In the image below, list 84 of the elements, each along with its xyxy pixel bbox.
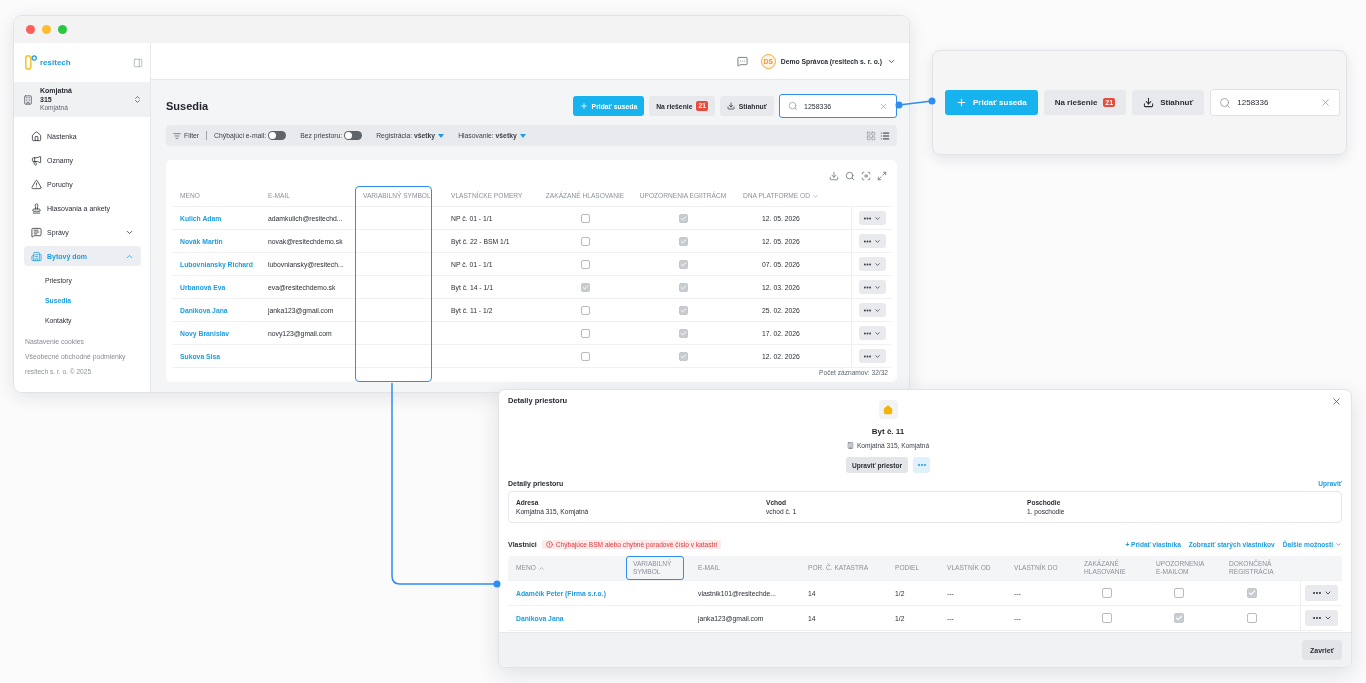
checkbox[interactable] — [580, 351, 590, 361]
chevron-down-icon — [1335, 541, 1342, 548]
more-button[interactable] — [913, 457, 931, 473]
chat-icon — [31, 226, 42, 238]
search-icon[interactable] — [845, 171, 855, 181]
chevron-down-icon — [1323, 614, 1332, 622]
checkbox[interactable] — [678, 305, 688, 315]
checkbox[interactable] — [1102, 613, 1112, 623]
building-icon — [31, 250, 42, 262]
window-minimize-icon[interactable] — [42, 25, 51, 34]
download-icon — [726, 102, 735, 110]
caret-icon — [519, 133, 526, 138]
search-icon — [1219, 96, 1232, 109]
chevron-down-icon — [874, 306, 881, 314]
checkbox[interactable] — [580, 328, 590, 338]
chevron-down-icon — [874, 283, 881, 291]
caret-icon — [438, 133, 445, 138]
search-icon — [788, 101, 798, 111]
row-actions-button[interactable] — [858, 303, 886, 317]
checkbox[interactable] — [580, 305, 590, 315]
download-icon[interactable] — [829, 171, 839, 181]
chevron-down-icon[interactable] — [811, 192, 819, 200]
row-actions-button[interactable] — [858, 326, 886, 340]
checkbox[interactable] — [678, 213, 688, 223]
chevron-down-icon — [874, 260, 881, 268]
page-title: Susedia — [166, 100, 209, 112]
row-actions-button[interactable] — [858, 257, 886, 271]
building-icon — [846, 441, 854, 449]
checkbox[interactable] — [678, 236, 688, 246]
search-field[interactable]: 1258336 — [1210, 89, 1341, 116]
checkbox[interactable] — [678, 328, 688, 338]
alert-icon — [545, 541, 553, 548]
checkbox[interactable] — [580, 213, 590, 223]
toggle-switch[interactable] — [268, 131, 287, 140]
home-icon — [878, 400, 898, 419]
grid-view-icon[interactable] — [866, 130, 876, 141]
building-icon — [23, 94, 33, 105]
chat-icon[interactable] — [736, 55, 748, 67]
connector-line — [895, 97, 936, 109]
close-icon[interactable] — [1331, 396, 1342, 407]
window-close-icon[interactable] — [26, 25, 35, 34]
logo-text: resitech — [40, 58, 71, 67]
sidebar-toggle-icon[interactable] — [133, 57, 143, 68]
filter-icon — [173, 131, 181, 140]
checkbox[interactable] — [1247, 588, 1257, 598]
home-icon — [31, 130, 42, 142]
chevron-down-icon — [874, 352, 881, 360]
row-actions-button[interactable] — [1305, 585, 1338, 601]
toggle-switch[interactable] — [344, 131, 363, 140]
download-button[interactable]: Stiahnuť — [1132, 90, 1205, 115]
stamp-icon — [31, 202, 42, 214]
chevron-down-icon — [874, 237, 881, 245]
window-maximize-icon[interactable] — [58, 25, 67, 34]
row-actions-button[interactable] — [858, 234, 886, 248]
chevron-down-icon — [1323, 589, 1332, 597]
checkbox[interactable] — [1247, 613, 1257, 623]
row-actions-button[interactable] — [1305, 610, 1338, 626]
megaphone-icon — [31, 154, 42, 166]
unit-name: Byt č. 11 — [871, 427, 905, 437]
checkbox[interactable] — [678, 351, 688, 361]
focus-icon[interactable] — [861, 171, 871, 181]
up-down-chevron-icon — [133, 95, 142, 104]
chevron-down-icon — [874, 214, 881, 222]
checkbox[interactable] — [1102, 588, 1112, 598]
download-icon — [1143, 97, 1155, 108]
plus-icon — [579, 102, 588, 110]
chevron-down-icon — [874, 329, 881, 337]
checkbox[interactable] — [1174, 588, 1184, 598]
plus-icon — [956, 97, 967, 108]
row-actions-button[interactable] — [858, 349, 886, 363]
clear-icon[interactable] — [879, 101, 888, 111]
chevron-up-icon[interactable] — [537, 564, 545, 572]
warning-icon — [31, 178, 42, 190]
checkbox[interactable] — [1174, 613, 1184, 623]
checkbox[interactable] — [580, 259, 590, 269]
row-actions-button[interactable] — [858, 211, 886, 225]
logo-icon — [25, 55, 37, 70]
checkbox[interactable] — [678, 259, 688, 269]
checkbox[interactable] — [580, 236, 590, 246]
checkbox[interactable] — [678, 282, 688, 292]
list-view-icon[interactable] — [880, 130, 890, 141]
clear-icon[interactable] — [1320, 97, 1332, 108]
row-actions-button[interactable] — [858, 280, 886, 294]
expand-icon[interactable] — [877, 171, 887, 181]
